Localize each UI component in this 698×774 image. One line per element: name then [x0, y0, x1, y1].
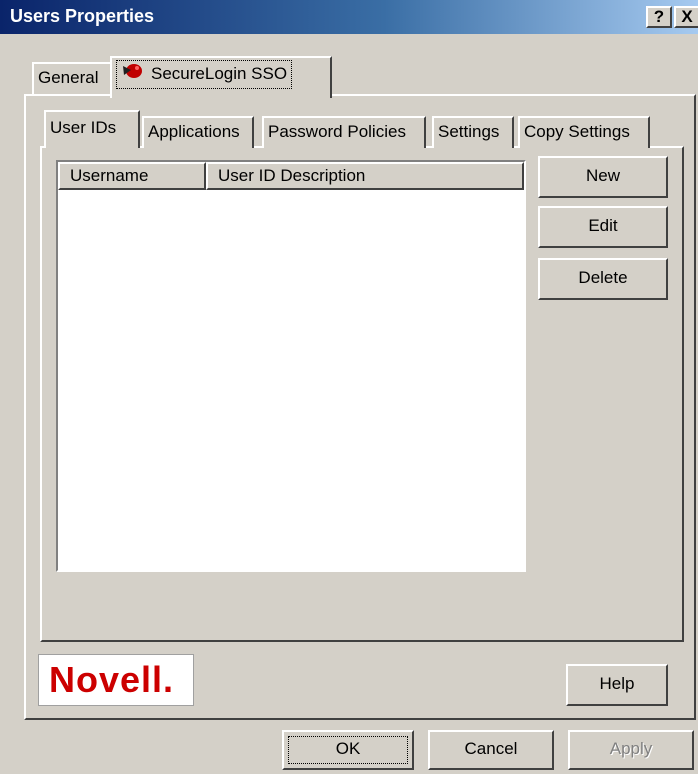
- tab-applications-label: Applications: [148, 122, 240, 141]
- tab-securelogin-sso[interactable]: SecureLogin SSO: [110, 56, 332, 98]
- cancel-button[interactable]: Cancel: [428, 730, 554, 770]
- help-button[interactable]: Help: [566, 664, 668, 706]
- column-description-label: User ID Description: [218, 166, 366, 185]
- tab-password-policies-label: Password Policies: [268, 122, 406, 141]
- title-bar[interactable]: Users Properties ? X: [0, 0, 698, 34]
- apply-button-label: Apply: [609, 739, 653, 758]
- new-button-label: New: [585, 166, 620, 185]
- novell-logo-text: Novell.: [49, 659, 174, 701]
- column-username-label: Username: [70, 166, 149, 185]
- tab-password-policies[interactable]: Password Policies: [262, 116, 426, 148]
- novell-logo: Novell.: [38, 654, 194, 706]
- user-ids-list[interactable]: Username User ID Description: [56, 160, 526, 572]
- tab-securelogin-label: SecureLogin SSO: [151, 64, 288, 83]
- edit-button-label: Edit: [588, 216, 618, 235]
- column-header-user-id-description[interactable]: User ID Description: [206, 162, 524, 190]
- tab-general[interactable]: General: [32, 62, 112, 94]
- tab-settings[interactable]: Settings: [432, 116, 514, 148]
- apply-button[interactable]: Apply: [568, 730, 694, 770]
- list-header: Username User ID Description: [58, 162, 524, 190]
- help-icon: ?: [653, 7, 665, 26]
- window-title: Users Properties: [10, 6, 155, 26]
- securelogin-icon: [121, 62, 145, 88]
- tab-copy-settings-label: Copy Settings: [524, 122, 630, 141]
- delete-button[interactable]: Delete: [538, 258, 668, 300]
- help-caption-button[interactable]: ?: [646, 6, 672, 28]
- help-button-label: Help: [599, 674, 635, 693]
- cancel-button-label: Cancel: [464, 739, 518, 758]
- logo-word: Novell: [49, 659, 164, 700]
- ok-button-label: OK: [335, 739, 361, 758]
- tab-user-ids-label: User IDs: [50, 118, 117, 137]
- ok-button[interactable]: OK: [282, 730, 414, 770]
- delete-button-label: Delete: [578, 268, 628, 287]
- edit-button[interactable]: Edit: [538, 206, 668, 248]
- tab-user-ids[interactable]: User IDs: [44, 110, 140, 148]
- tab-copy-settings[interactable]: Copy Settings: [518, 116, 650, 148]
- new-button[interactable]: New: [538, 156, 668, 198]
- tab-securelogin-focus: SecureLogin SSO: [116, 60, 293, 89]
- logo-dot: .: [163, 659, 175, 700]
- tab-general-label: General: [38, 68, 99, 87]
- tab-settings-label: Settings: [438, 122, 500, 141]
- close-icon: X: [681, 7, 693, 26]
- column-header-username[interactable]: Username: [58, 162, 206, 190]
- tab-applications[interactable]: Applications: [142, 116, 254, 148]
- close-button[interactable]: X: [674, 6, 698, 28]
